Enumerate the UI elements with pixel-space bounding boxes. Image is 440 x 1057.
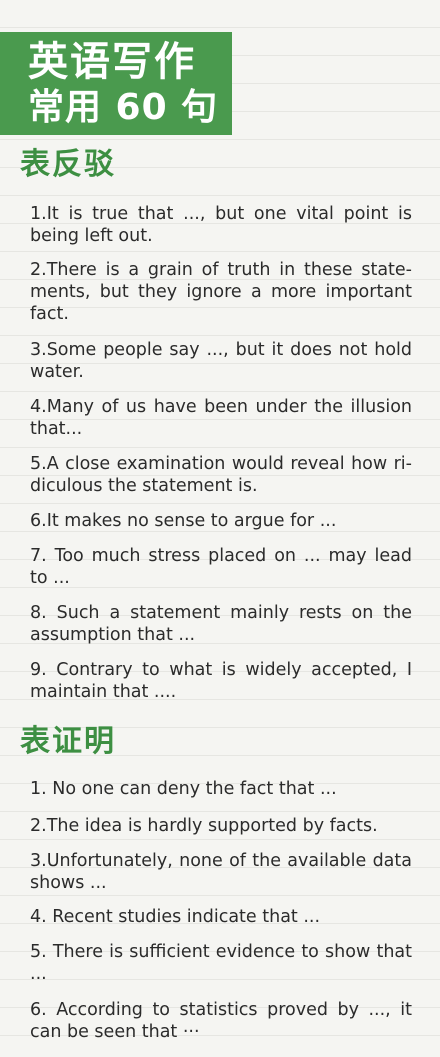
title-banner: 英语写作 常用 60 句 [0,32,232,135]
list-item: 6. According to statistics proved by ...… [30,1000,412,1042]
list-item: 2.There is a grain of truth in these sta… [30,260,412,324]
list-item: 1.It is true that ..., but one vital poi… [30,204,412,246]
list-item: 5.A close examination would reveal how r… [30,454,412,496]
list-item: 6.It makes no sense to argue for ... [30,511,337,531]
list-item: 7. Too much stress placed on ... may lea… [30,546,412,588]
list-item: 1. No one can deny the fact that ... [30,779,337,799]
list-item: 4.Many of us have been under the illusio… [30,397,412,439]
list-item: 5. There is sufficient evidence to show … [30,942,412,984]
section-title-rebuttal: 表反驳 [20,147,116,182]
section-title-proof: 表证明 [20,724,116,759]
list-item: 8. Such a statement mainly rests on the … [30,603,412,645]
list-item: 3.Unfortunately, none of the available d… [30,851,412,893]
banner-subtitle: 常用 60 句 [28,87,219,128]
banner-title: 英语写作 [28,39,196,85]
list-item: 9. Contrary to what is widely accepted, … [30,660,412,702]
list-item: 3.Some people say ..., but it does not h… [30,340,412,382]
list-item: 2.The idea is hardly supported by facts. [30,816,378,836]
list-item: 4. Recent studies indicate that ... [30,907,321,927]
